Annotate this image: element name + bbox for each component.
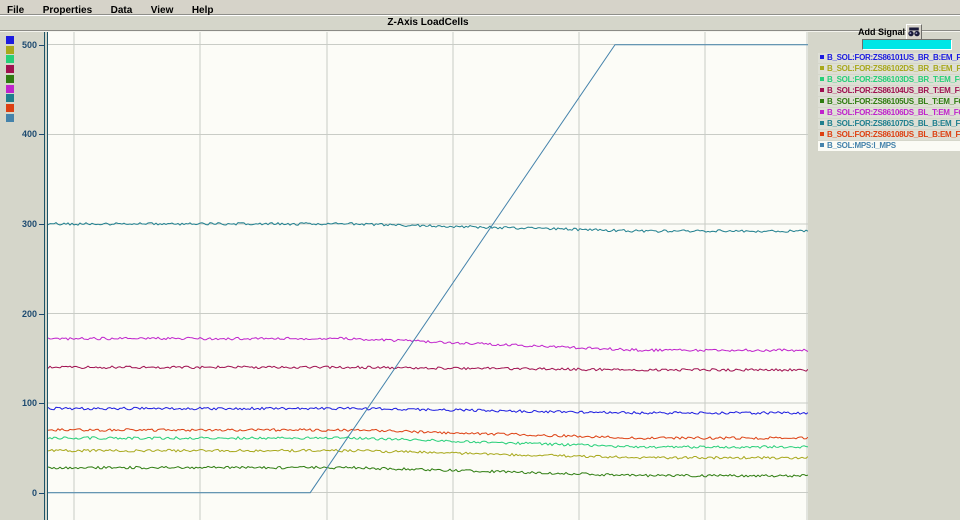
- color-swatch: [6, 94, 14, 103]
- color-swatch: [6, 65, 14, 74]
- y-tick: [39, 134, 44, 136]
- color-swatch: [6, 84, 14, 93]
- menu-file[interactable]: File: [0, 4, 31, 16]
- trace-B_SOL:FOR:ZS86102DS_BR_B:EM_FORCE: [48, 448, 808, 460]
- add-signal-label: Add Signal: [858, 27, 905, 37]
- legend-item[interactable]: B_SOL:FOR:ZS86108US_BL_B:EM_FORCE: [818, 130, 960, 140]
- y-tick: [39, 403, 44, 405]
- color-swatch: [6, 55, 14, 64]
- legend-item[interactable]: B_SOL:FOR:ZS86104US_BR_T:EM_FORCE: [818, 86, 960, 96]
- menu-view[interactable]: View: [144, 4, 181, 16]
- legend-label: B_SOL:FOR:ZS86101US_BR_B:EM_FORCE: [827, 53, 960, 62]
- legend-bullet-icon: [820, 77, 824, 81]
- menu-bar: File Properties Data View Help: [0, 0, 960, 16]
- menu-properties[interactable]: Properties: [36, 4, 99, 16]
- binoculars-find-icon: [908, 27, 920, 37]
- legend-item[interactable]: B_SOL:MPS:I_MPS: [818, 141, 960, 151]
- y-tick: [39, 313, 44, 315]
- menu-help[interactable]: Help: [185, 4, 221, 16]
- color-swatch: [6, 45, 14, 54]
- y-tick-label: 500: [21, 39, 37, 50]
- legend-label: B_SOL:FOR:ZS86108US_BL_B:EM_FORCE: [827, 130, 960, 139]
- strip-chart[interactable]: [48, 32, 808, 520]
- legend-bullet-icon: [820, 88, 824, 92]
- legend-label: B_SOL:FOR:ZS86102DS_BR_B:EM_FORCE: [827, 64, 960, 73]
- y-tick-label: 400: [21, 129, 37, 140]
- y-tick: [39, 44, 44, 46]
- add-signal-find-button[interactable]: [906, 24, 922, 40]
- y-tick-label: 0: [31, 487, 37, 498]
- title-divider: [0, 30, 960, 31]
- signal-legend: B_SOL:FOR:ZS86101US_BR_B:EM_FORCE B_SOL:F…: [818, 53, 960, 152]
- trace-B_SOL:MPS:I_MPS: [48, 44, 808, 494]
- legend-item[interactable]: B_SOL:FOR:ZS86106DS_BL_T:EM_FORCE: [818, 108, 960, 118]
- legend-bullet-icon: [820, 55, 824, 59]
- legend-bullet-icon: [820, 143, 824, 147]
- application-window: File Properties Data View Help Z-Axis Lo…: [0, 0, 960, 520]
- color-swatch: [6, 113, 14, 122]
- legend-label: B_SOL:FOR:ZS86106DS_BL_T:EM_FORCE: [827, 108, 960, 117]
- y-tick-label: 200: [21, 308, 37, 319]
- legend-bullet-icon: [820, 99, 824, 103]
- legend-item[interactable]: B_SOL:FOR:ZS86102DS_BR_B:EM_FORCE: [818, 64, 960, 74]
- trace-B_SOL:FOR:ZS86104US_BR_T:EM_FORCE: [48, 365, 808, 372]
- y-tick-label: 100: [21, 398, 37, 409]
- y-tick: [39, 223, 44, 225]
- legend-bullet-icon: [820, 66, 824, 70]
- legend-item[interactable]: B_SOL:FOR:ZS86101US_BR_B:EM_FORCE: [818, 53, 960, 63]
- y-tick: [39, 492, 44, 494]
- legend-label: B_SOL:FOR:ZS86107DS_BL_B:EM_FORCE: [827, 119, 960, 128]
- menu-data[interactable]: Data: [104, 4, 140, 16]
- trace-B_SOL:FOR:ZS86106DS_BL_T:EM_FORCE: [48, 336, 808, 353]
- y-tick-label: 300: [21, 218, 37, 229]
- legend-item[interactable]: B_SOL:FOR:ZS86103DS_BR_T:EM_FORCE: [818, 75, 960, 85]
- trace-B_SOL:FOR:ZS86108US_BL_B:EM_FORCE: [48, 428, 808, 440]
- legend-label: B_SOL:FOR:ZS86104US_BR_T:EM_FORCE: [827, 86, 960, 95]
- legend-label: B_SOL:FOR:ZS86105US_BL_T:EM_FORCE: [827, 97, 960, 106]
- add-signal-input[interactable]: [862, 39, 952, 50]
- trace-B_SOL:FOR:ZS86101US_BR_B:EM_FORCE: [48, 406, 808, 415]
- color-swatch: [6, 103, 14, 112]
- page-title: Z-Axis LoadCells: [387, 17, 469, 28]
- legend-item[interactable]: B_SOL:FOR:ZS86107DS_BL_B:EM_FORCE: [818, 119, 960, 129]
- legend-label: B_SOL:MPS:I_MPS: [827, 141, 896, 150]
- legend-label: B_SOL:FOR:ZS86103DS_BR_T:EM_FORCE: [827, 75, 960, 84]
- legend-item[interactable]: B_SOL:FOR:ZS86105US_BL_T:EM_FORCE: [818, 97, 960, 107]
- legend-bullet-icon: [820, 110, 824, 114]
- legend-bullet-icon: [820, 121, 824, 125]
- color-swatch: [6, 74, 14, 83]
- legend-bullet-icon: [820, 132, 824, 136]
- trace-B_SOL:FOR:ZS86105US_BL_T:EM_FORCE: [48, 465, 808, 478]
- color-swatch: [6, 36, 14, 44]
- y-axis-line: [44, 32, 48, 520]
